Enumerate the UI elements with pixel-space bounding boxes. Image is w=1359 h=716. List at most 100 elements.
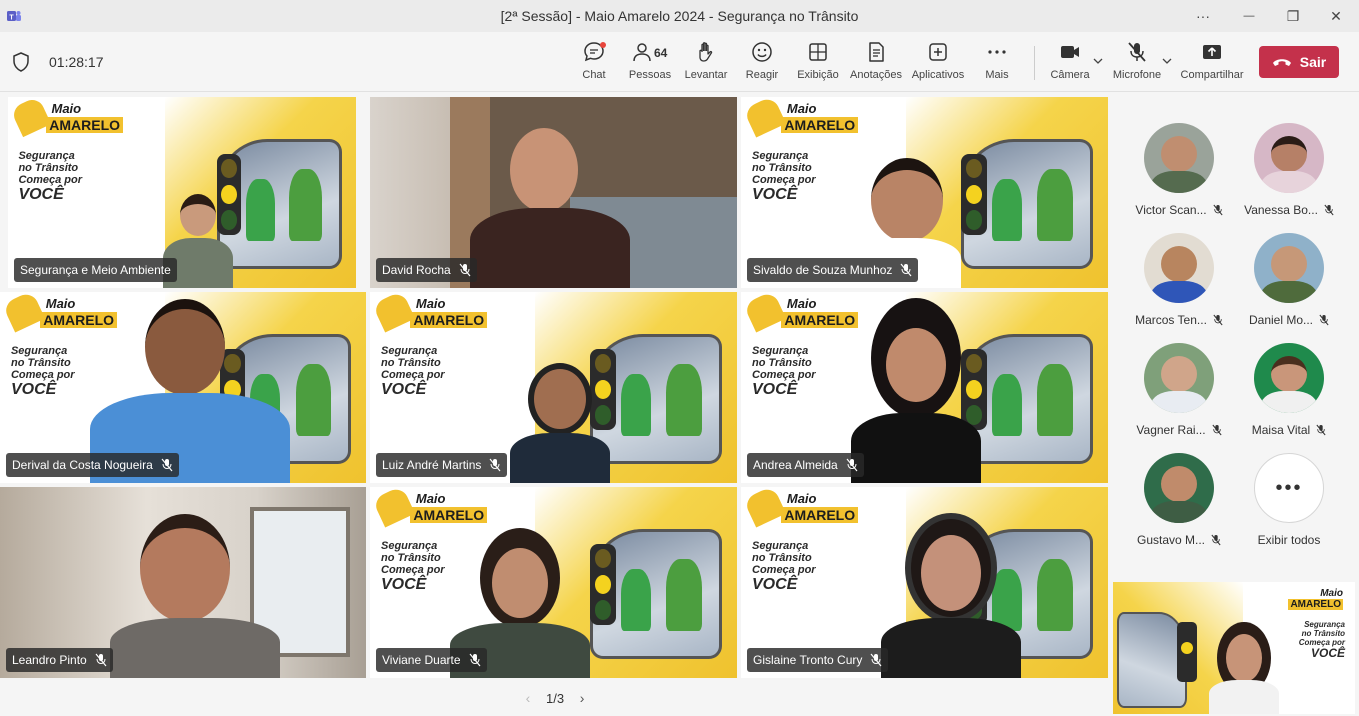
mic-off-icon — [489, 458, 501, 472]
leave-button[interactable]: Sair — [1259, 46, 1339, 78]
video-tile[interactable]: Maio AMARELO Segurança no Trânsito Começa p… — [8, 97, 356, 288]
video-tile[interactable]: Maio AMARELO Segurança no Trânsito Começa p… — [741, 292, 1108, 483]
more-icon: ··· — [1196, 8, 1210, 24]
rail-participant[interactable]: Marcos Ten... — [1124, 233, 1234, 333]
toolbar-separator — [1034, 46, 1035, 80]
window-title: [2ª Sessão] - Maio Amarelo 2024 - Segura… — [500, 8, 859, 24]
rail-participant[interactable]: Vagner Rai... — [1124, 343, 1234, 443]
share-label: Compartilhar — [1180, 69, 1244, 81]
rail-participant[interactable]: Maisa Vital — [1234, 343, 1344, 443]
mic-off-icon — [95, 653, 107, 667]
microphone-label: Microfone — [1112, 69, 1162, 81]
video-tile[interactable]: Maio AMARELO Segurança no Trânsito Começa p… — [741, 487, 1108, 678]
avatar — [1254, 343, 1324, 413]
avatar — [1144, 343, 1214, 413]
rail-participant[interactable]: Vanessa Bo... — [1234, 123, 1344, 223]
video-tile[interactable]: Maio AMARELO Segurança no Trânsito Começa p… — [0, 292, 366, 483]
more-button[interactable]: Mais — [982, 40, 1012, 86]
participant-nameplate: Luiz André Martins — [376, 453, 508, 477]
more-horizontal-icon: ••• — [1254, 453, 1324, 523]
rail-participant[interactable]: Gustavo M... — [1124, 453, 1234, 553]
minimize-button[interactable]: — — [1226, 0, 1272, 32]
meeting-timer: 01:28:17 — [49, 54, 104, 70]
participant-video — [510, 353, 610, 483]
page-indicator: 1/3 — [546, 690, 565, 706]
notes-button[interactable]: Anotações — [850, 40, 902, 86]
participant-nameplate: Derival da Costa Nogueira — [6, 453, 179, 477]
hand-icon — [699, 42, 713, 62]
people-button[interactable]: 64 Pessoas — [628, 40, 672, 86]
campaign-slogan: Segurança no Trânsito Começa por VOCÊ — [1298, 620, 1345, 660]
close-icon: ✕ — [1330, 7, 1342, 24]
video-tile[interactable]: Maio AMARELO Segurança no Trânsito Começa p… — [370, 292, 737, 483]
apps-button[interactable]: Aplicativos — [910, 40, 966, 86]
camera-label: Câmera — [1050, 69, 1090, 81]
participant-nameplate: Sivaldo de Souza Munhoz — [747, 258, 919, 282]
campaign-slogan: Segurança no Trânsito Começa por VOCÊ — [10, 345, 75, 399]
participant-nameplate: David Rocha — [376, 258, 477, 282]
video-tile[interactable]: Leandro Pinto — [0, 487, 366, 678]
people-icon — [633, 43, 651, 62]
video-tile[interactable]: Maio AMARELO Segurança no Trânsito Começa p… — [370, 487, 737, 678]
next-page-button[interactable]: › — [574, 690, 590, 706]
participant-nameplate: Gislaine Tronto Cury — [747, 648, 889, 672]
rail-participant[interactable]: Victor Scan... — [1124, 123, 1234, 223]
mic-off-icon — [1128, 42, 1146, 62]
emoji-icon — [752, 42, 772, 62]
chat-label: Chat — [582, 69, 606, 81]
more-label: Mais — [985, 69, 1009, 81]
mic-off-icon — [1324, 204, 1334, 216]
apps-label: Aplicativos — [911, 69, 965, 81]
hang-up-icon — [1272, 59, 1291, 66]
participant-nameplate: Leandro Pinto — [6, 648, 113, 672]
avatar — [1144, 123, 1214, 193]
maio-amarelo-logo-mirrored: Maio AMARELO — [1288, 588, 1343, 610]
avatar — [1144, 453, 1214, 523]
rail-participant[interactable]: Daniel Mo... — [1234, 233, 1344, 333]
video-tile[interactable]: David Rocha — [370, 97, 737, 288]
raise-hand-button[interactable]: Levantar — [684, 40, 728, 86]
mic-off-icon — [459, 263, 471, 277]
avatar — [1144, 233, 1214, 303]
previous-page-button[interactable]: ‹ — [520, 690, 536, 706]
close-button[interactable]: ✕ — [1313, 0, 1359, 32]
rail-participant-name: Maisa Vital — [1234, 423, 1344, 437]
participant-nameplate: Segurança e Meio Ambiente — [14, 258, 177, 282]
mic-chevron-down-icon[interactable] — [1162, 56, 1172, 66]
maio-amarelo-logo: Maio AMARELO — [372, 292, 488, 334]
mic-off-icon — [1211, 534, 1221, 546]
camera-button[interactable]: Câmera — [1050, 40, 1090, 86]
microphone-button[interactable]: Microfone — [1112, 40, 1162, 86]
rail-participant-name: Gustavo M... — [1124, 533, 1234, 547]
restore-button[interactable]: ❐ — [1270, 0, 1316, 32]
rail-participant-name: Marcos Ten... — [1124, 313, 1234, 327]
participant-rail: Victor Scan... Vanessa Bo... Marcos Ten.… — [1113, 93, 1359, 583]
react-button[interactable]: Reagir — [742, 40, 782, 86]
view-button[interactable]: Exibição — [796, 40, 840, 86]
people-count: 64 — [654, 46, 668, 60]
notes-icon — [869, 42, 884, 62]
camera-chevron-down-icon[interactable] — [1093, 56, 1103, 66]
shield-icon[interactable] — [12, 52, 30, 72]
chat-unread-dot — [600, 42, 606, 48]
avatar — [1254, 233, 1324, 303]
self-view-video[interactable]: Maio AMARELO Segurança no Trânsito Começa … — [1113, 582, 1355, 714]
mic-off-icon — [1319, 314, 1329, 326]
mic-off-icon — [870, 653, 882, 667]
mic-off-icon — [1213, 204, 1223, 216]
participant-nameplate: Viviane Duarte — [376, 648, 487, 672]
window-more-button[interactable]: ··· — [1180, 0, 1226, 32]
campaign-slogan: Segurança no Trânsito Começa por VOCÊ — [752, 150, 816, 204]
chat-button[interactable]: Chat — [578, 40, 610, 86]
title-bar: T [2ª Sessão] - Maio Amarelo 2024 - Segu… — [0, 0, 1359, 32]
notes-label: Anotações — [850, 69, 902, 81]
people-label: Pessoas — [628, 69, 672, 81]
show-all-participants-button[interactable]: ••• Exibir todos — [1234, 453, 1344, 553]
share-screen-icon — [1203, 45, 1221, 59]
video-tile[interactable]: Maio AMARELO Segurança no Trânsito Começa p… — [741, 97, 1108, 288]
mic-off-icon — [1213, 314, 1223, 326]
campaign-slogan: Segurança no Trânsito Começa por VOCÊ — [381, 345, 445, 399]
video-grid: Maio AMARELO Segurança no Trânsito Começa p… — [0, 93, 1113, 716]
share-button[interactable]: Compartilhar — [1180, 40, 1244, 86]
grid-pager: ‹ 1/3 › — [520, 690, 590, 706]
